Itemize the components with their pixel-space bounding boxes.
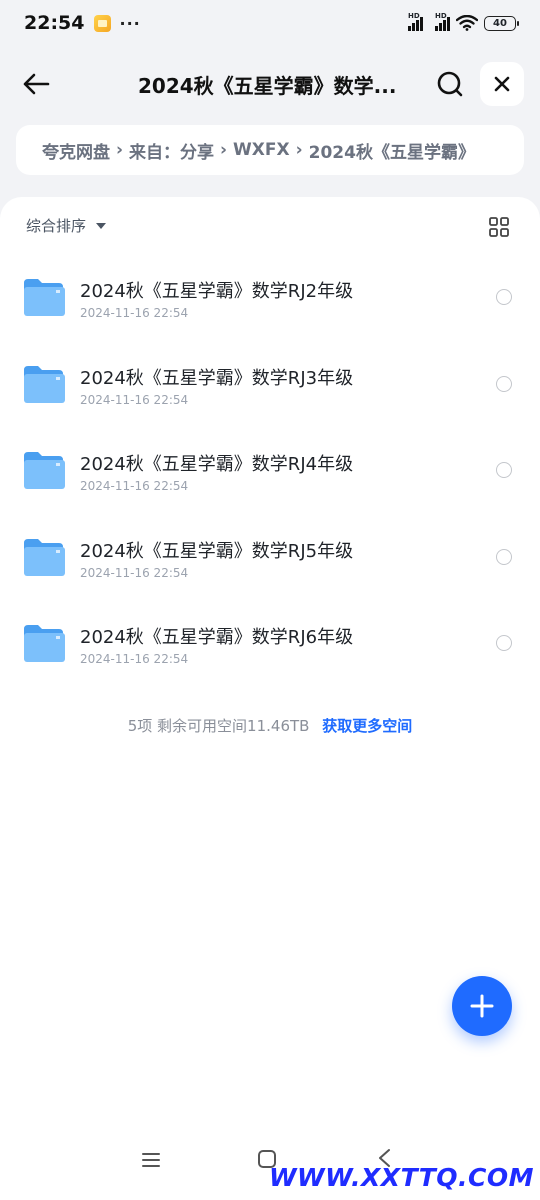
file-date: 2024-11-16 22:54 xyxy=(80,393,189,407)
file-date: 2024-11-16 22:54 xyxy=(80,566,189,580)
breadcrumb-item-share[interactable]: 来自：分享 xyxy=(129,138,214,163)
chevron-right-icon: › xyxy=(295,140,303,160)
search-icon xyxy=(437,71,463,97)
search-button[interactable] xyxy=(432,66,468,102)
close-icon xyxy=(494,76,510,92)
breadcrumb-item-wxfx[interactable]: WXFX xyxy=(233,140,290,160)
caret-down-icon xyxy=(96,222,107,229)
sort-label: 综合排序 xyxy=(26,217,87,235)
file-date: 2024-11-16 22:54 xyxy=(80,652,189,666)
menu-icon[interactable] xyxy=(142,1152,160,1168)
select-checkbox[interactable] xyxy=(496,376,512,392)
file-name: 2024秋《五星学霸》数学RJ3年级 xyxy=(80,368,354,389)
select-checkbox[interactable] xyxy=(496,549,512,565)
arrow-left-icon xyxy=(23,73,50,95)
file-row[interactable]: 2024秋《五星学霸》数学RJ3年级 2024-11-16 22:54 xyxy=(0,346,540,426)
signal-2-icon: HD xyxy=(435,12,450,31)
battery-icon: 40 xyxy=(484,15,519,31)
breadcrumb: 夸克网盘 › 来自：分享 › WXFX › 2024秋《五星学霸》 xyxy=(16,125,524,175)
plus-icon xyxy=(470,994,494,1018)
file-date: 2024-11-16 22:54 xyxy=(80,306,189,320)
breadcrumb-item-root[interactable]: 夸克网盘 xyxy=(42,138,110,163)
page-title: 2024秋《五星学霸》数学... xyxy=(138,74,397,98)
battery-level: 40 xyxy=(493,17,507,29)
file-row[interactable]: 2024秋《五星学霸》数学RJ2年级 2024-11-16 22:54 xyxy=(0,259,540,339)
select-checkbox[interactable] xyxy=(496,635,512,651)
add-button[interactable] xyxy=(452,976,512,1036)
file-row[interactable]: 2024秋《五星学霸》数学RJ5年级 2024-11-16 22:54 xyxy=(0,519,540,599)
file-row[interactable]: 2024秋《五星学霸》数学RJ6年级 2024-11-16 22:54 xyxy=(0,605,540,685)
select-checkbox[interactable] xyxy=(496,289,512,305)
file-name: 2024秋《五星学霸》数学RJ2年级 xyxy=(80,281,354,302)
file-row[interactable]: 2024秋《五星学霸》数学RJ4年级 2024-11-16 22:54 xyxy=(0,432,540,512)
more-notifications-indicator: ··· xyxy=(119,13,141,33)
file-list-panel: 综合排序 2024秋《五星学霸》数学RJ2年级 2024-11-16 22:54… xyxy=(0,197,540,1200)
sort-dropdown[interactable]: 综合排序 xyxy=(26,215,107,236)
watermark: WWW.XXTTQ.COM xyxy=(268,1163,534,1192)
file-name: 2024秋《五星学霸》数学RJ5年级 xyxy=(80,541,354,562)
wifi-icon xyxy=(456,15,478,31)
notes-app-icon xyxy=(94,14,112,32)
back-button[interactable] xyxy=(18,66,54,102)
close-button[interactable] xyxy=(480,62,524,106)
folder-icon xyxy=(24,279,65,316)
chevron-right-icon: › xyxy=(220,140,228,160)
select-checkbox[interactable] xyxy=(496,462,512,478)
folder-icon xyxy=(24,366,65,403)
signal-1-icon: HD xyxy=(408,12,423,31)
file-name: 2024秋《五星学霸》数学RJ6年级 xyxy=(80,627,354,648)
system-nav-bar: WWW.XXTTQ.COM xyxy=(0,1130,540,1200)
breadcrumb-item-current[interactable]: 2024秋《五星学霸》 xyxy=(309,138,475,163)
folder-icon xyxy=(24,452,65,489)
status-time: 22:54 xyxy=(24,12,85,34)
summary-text: 5项 剩余可用空间11.46TB xyxy=(127,717,310,735)
header: 2024秋《五星学霸》数学... xyxy=(0,56,540,114)
status-bar: 22:54 ··· HD HD 40 xyxy=(0,0,540,46)
folder-icon xyxy=(24,539,65,576)
file-name: 2024秋《五星学霸》数学RJ4年级 xyxy=(80,454,354,475)
status-indicators: HD HD 40 xyxy=(408,12,519,31)
chevron-right-icon: › xyxy=(116,140,124,160)
grid-view-icon[interactable] xyxy=(489,217,509,237)
file-date: 2024-11-16 22:54 xyxy=(80,479,189,493)
folder-icon xyxy=(24,625,65,662)
storage-summary: 5项 剩余可用空间11.46TB 获取更多空间 xyxy=(0,715,540,736)
get-more-space-link[interactable]: 获取更多空间 xyxy=(322,717,412,735)
